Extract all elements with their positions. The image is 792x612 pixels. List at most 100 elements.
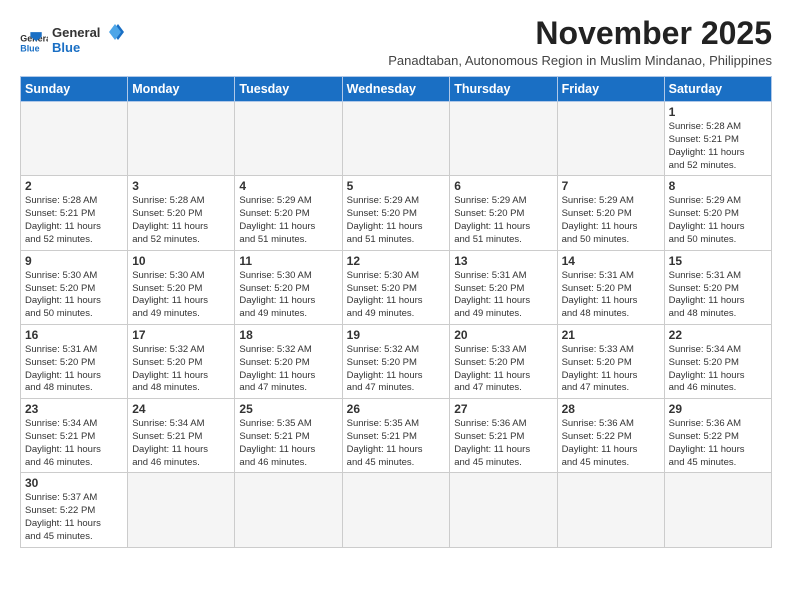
day-info: Sunrise: 5:36 AM Sunset: 5:21 PM Dayligh… [454, 418, 552, 469]
calendar-cell: 2Sunrise: 5:28 AM Sunset: 5:21 PM Daylig… [21, 176, 128, 250]
day-number: 18 [239, 328, 337, 342]
svg-text:General: General [52, 25, 100, 40]
calendar-cell: 17 Sunrise: 5:32 AM Sunset: 5:20 PM Dayli… [128, 324, 235, 398]
day-info: Sunrise: 5:30 AM Sunset: 5:20 PM Dayligh… [132, 270, 230, 321]
calendar-cell: 15 Sunrise: 5:31 AM Sunset: 5:20 PM Dayli… [664, 250, 771, 324]
calendar-cell: 22 Sunrise: 5:34 AM Sunset: 5:20 PM Dayli… [664, 324, 771, 398]
day-info: Sunrise: 5:34 AM Sunset: 5:20 PM Dayligh… [669, 344, 767, 395]
calendar-cell [21, 102, 128, 176]
subtitle: Panadtaban, Autonomous Region in Muslim … [388, 53, 772, 68]
calendar-cell: 7Sunrise: 5:29 AM Sunset: 5:20 PM Daylig… [557, 176, 664, 250]
svg-text:Blue: Blue [20, 43, 39, 53]
calendar-cell: 18Sunrise: 5:32 AM Sunset: 5:20 PM Dayli… [235, 324, 342, 398]
day-info: Sunrise: 5:31 AM Sunset: 5:20 PM Dayligh… [25, 344, 123, 395]
day-number: 12 [347, 254, 446, 268]
calendar-week-6: 30Sunrise: 5:37 AM Sunset: 5:22 PM Dayli… [21, 473, 772, 547]
day-info: Sunrise: 5:32 AM Sunset: 5:20 PM Dayligh… [347, 344, 446, 395]
day-number: 1 [669, 105, 767, 119]
day-info: Sunrise: 5:36 AM Sunset: 5:22 PM Dayligh… [562, 418, 660, 469]
calendar-cell: 3 Sunrise: 5:28 AM Sunset: 5:20 PM Daylig… [128, 176, 235, 250]
calendar-cell: 8 Sunrise: 5:29 AM Sunset: 5:20 PM Daylig… [664, 176, 771, 250]
day-number: 21 [562, 328, 660, 342]
calendar-cell [235, 102, 342, 176]
day-number: 24 [132, 402, 230, 416]
day-number: 11 [239, 254, 337, 268]
calendar-cell: 10 Sunrise: 5:30 AM Sunset: 5:20 PM Dayli… [128, 250, 235, 324]
calendar-week-2: 2Sunrise: 5:28 AM Sunset: 5:21 PM Daylig… [21, 176, 772, 250]
calendar-cell: 24Sunrise: 5:34 AM Sunset: 5:21 PM Dayli… [128, 399, 235, 473]
weekday-header-sunday: Sunday [21, 77, 128, 102]
logo-svg: General Blue [52, 22, 124, 58]
calendar-cell: 9 Sunrise: 5:30 AM Sunset: 5:20 PM Daylig… [21, 250, 128, 324]
day-info: Sunrise: 5:30 AM Sunset: 5:20 PM Dayligh… [25, 270, 123, 321]
calendar-cell: 5 Sunrise: 5:29 AM Sunset: 5:20 PM Daylig… [342, 176, 450, 250]
day-info: Sunrise: 5:31 AM Sunset: 5:20 PM Dayligh… [454, 270, 552, 321]
calendar-table: SundayMondayTuesdayWednesdayThursdayFrid… [20, 76, 772, 548]
calendar-cell [450, 473, 557, 547]
weekday-header-wednesday: Wednesday [342, 77, 450, 102]
calendar-cell: 20 Sunrise: 5:33 AM Sunset: 5:20 PM Dayli… [450, 324, 557, 398]
day-info: Sunrise: 5:34 AM Sunset: 5:21 PM Dayligh… [25, 418, 123, 469]
header: General Blue General Blue November 2025 … [20, 16, 772, 68]
weekday-header-monday: Monday [128, 77, 235, 102]
calendar-body: 1Sunrise: 5:28 AM Sunset: 5:21 PM Daylig… [21, 102, 772, 548]
day-number: 25 [239, 402, 337, 416]
day-info: Sunrise: 5:29 AM Sunset: 5:20 PM Dayligh… [347, 195, 446, 246]
weekday-header-thursday: Thursday [450, 77, 557, 102]
day-number: 28 [562, 402, 660, 416]
calendar-cell: 27 Sunrise: 5:36 AM Sunset: 5:21 PM Dayli… [450, 399, 557, 473]
day-info: Sunrise: 5:29 AM Sunset: 5:20 PM Dayligh… [239, 195, 337, 246]
day-number: 3 [132, 179, 230, 193]
calendar-cell [450, 102, 557, 176]
day-number: 30 [25, 476, 123, 490]
calendar-cell [557, 473, 664, 547]
calendar-cell: 6Sunrise: 5:29 AM Sunset: 5:20 PM Daylig… [450, 176, 557, 250]
calendar-cell: 23 Sunrise: 5:34 AM Sunset: 5:21 PM Dayli… [21, 399, 128, 473]
calendar-cell [128, 102, 235, 176]
calendar-cell [128, 473, 235, 547]
day-number: 17 [132, 328, 230, 342]
calendar-cell: 14 Sunrise: 5:31 AM Sunset: 5:20 PM Dayli… [557, 250, 664, 324]
calendar-week-5: 23 Sunrise: 5:34 AM Sunset: 5:21 PM Dayli… [21, 399, 772, 473]
day-number: 16 [25, 328, 123, 342]
day-number: 10 [132, 254, 230, 268]
day-number: 22 [669, 328, 767, 342]
calendar-cell: 1Sunrise: 5:28 AM Sunset: 5:21 PM Daylig… [664, 102, 771, 176]
day-info: Sunrise: 5:28 AM Sunset: 5:20 PM Dayligh… [132, 195, 230, 246]
calendar-cell: 12Sunrise: 5:30 AM Sunset: 5:20 PM Dayli… [342, 250, 450, 324]
calendar-cell: 26Sunrise: 5:35 AM Sunset: 5:21 PM Dayli… [342, 399, 450, 473]
day-info: Sunrise: 5:31 AM Sunset: 5:20 PM Dayligh… [562, 270, 660, 321]
day-number: 6 [454, 179, 552, 193]
calendar-cell [342, 102, 450, 176]
calendar-cell [557, 102, 664, 176]
day-info: Sunrise: 5:31 AM Sunset: 5:20 PM Dayligh… [669, 270, 767, 321]
day-number: 26 [347, 402, 446, 416]
day-number: 9 [25, 254, 123, 268]
day-number: 15 [669, 254, 767, 268]
day-number: 2 [25, 179, 123, 193]
calendar-header: SundayMondayTuesdayWednesdayThursdayFrid… [21, 77, 772, 102]
day-number: 27 [454, 402, 552, 416]
calendar-cell: 13Sunrise: 5:31 AM Sunset: 5:20 PM Dayli… [450, 250, 557, 324]
day-number: 4 [239, 179, 337, 193]
calendar-cell: 25Sunrise: 5:35 AM Sunset: 5:21 PM Dayli… [235, 399, 342, 473]
day-number: 8 [669, 179, 767, 193]
calendar-cell: 28 Sunrise: 5:36 AM Sunset: 5:22 PM Dayli… [557, 399, 664, 473]
day-info: Sunrise: 5:30 AM Sunset: 5:20 PM Dayligh… [239, 270, 337, 321]
calendar-cell: 19 Sunrise: 5:32 AM Sunset: 5:20 PM Dayli… [342, 324, 450, 398]
logo: General Blue General Blue [20, 22, 124, 63]
calendar-cell: 21Sunrise: 5:33 AM Sunset: 5:20 PM Dayli… [557, 324, 664, 398]
day-number: 23 [25, 402, 123, 416]
day-number: 14 [562, 254, 660, 268]
day-info: Sunrise: 5:29 AM Sunset: 5:20 PM Dayligh… [669, 195, 767, 246]
day-info: Sunrise: 5:32 AM Sunset: 5:20 PM Dayligh… [132, 344, 230, 395]
weekday-header-friday: Friday [557, 77, 664, 102]
day-number: 19 [347, 328, 446, 342]
day-number: 20 [454, 328, 552, 342]
day-number: 29 [669, 402, 767, 416]
day-info: Sunrise: 5:33 AM Sunset: 5:20 PM Dayligh… [454, 344, 552, 395]
month-title: November 2025 [388, 16, 772, 51]
weekday-header-saturday: Saturday [664, 77, 771, 102]
day-number: 5 [347, 179, 446, 193]
calendar-week-4: 16 Sunrise: 5:31 AM Sunset: 5:20 PM Dayli… [21, 324, 772, 398]
